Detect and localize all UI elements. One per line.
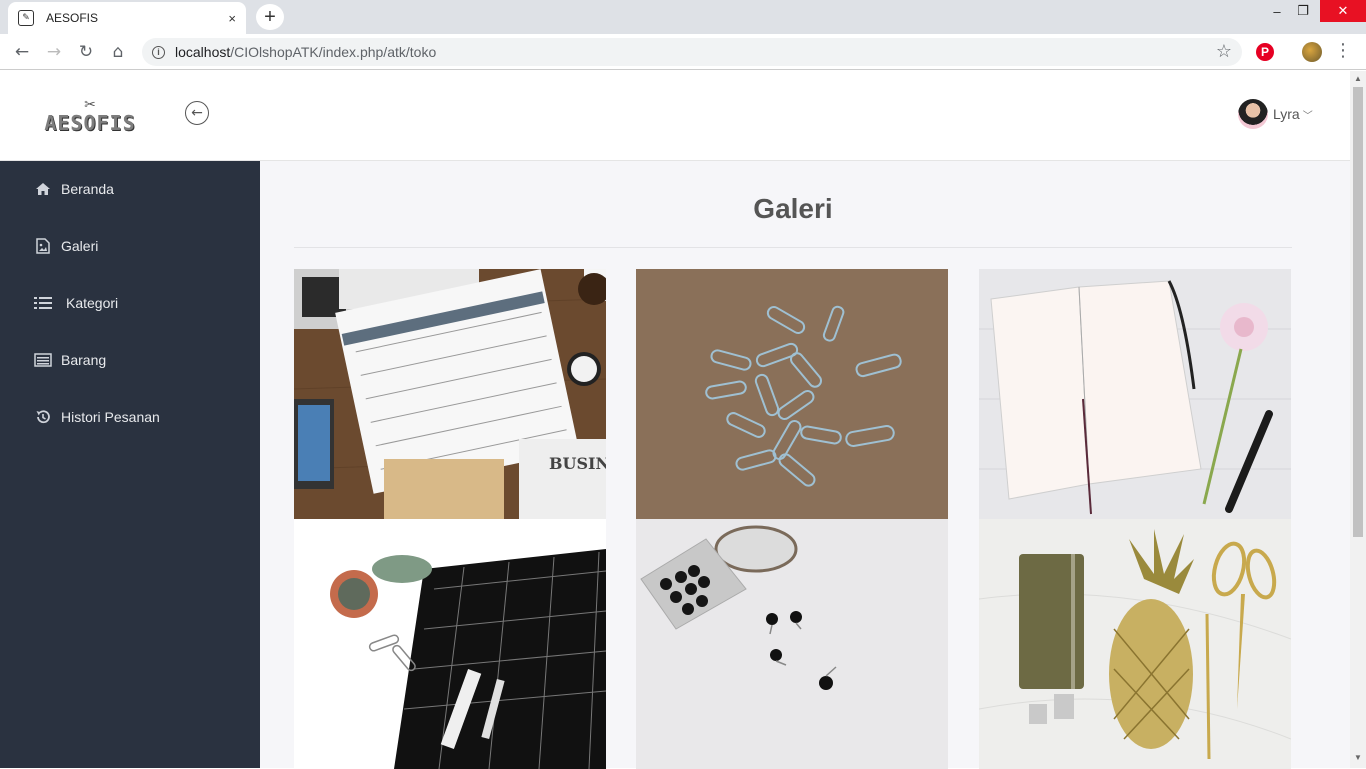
scroll-down-arrow-icon[interactable]: ▼ — [1353, 753, 1363, 762]
home-icon[interactable]: ⌂ — [106, 40, 130, 64]
gallery-image-calendar-desk-photo[interactable]: BUSIN — [294, 269, 606, 519]
browser-tabbar: ✎ AESOFIS × + – ❐ ✕ — [0, 0, 1366, 34]
sidebar-item-label: Histori Pesanan — [61, 409, 160, 425]
sidebar-item-label: Barang — [61, 352, 107, 368]
forward-arrow-icon[interactable]: → — [42, 40, 66, 64]
url-host: localhost — [175, 44, 231, 60]
profile-avatar-icon[interactable] — [1302, 42, 1322, 62]
chevron-down-icon: ﹀ — [1302, 110, 1313, 122]
gallery-image-gold-stationery-photo[interactable] — [979, 519, 1291, 769]
sidebar-item-kategori[interactable]: Kategori — [34, 295, 118, 311]
logo-text: AESOFIS — [44, 111, 136, 135]
divider — [294, 247, 1292, 248]
site-favicon-icon: ✎ — [18, 10, 34, 26]
sidebar-item-galeri[interactable]: Galeri — [34, 238, 98, 254]
sidebar-item-label: Kategori — [66, 295, 119, 311]
tab-title: AESOFIS — [46, 11, 99, 25]
scroll-thumb[interactable] — [1353, 87, 1363, 537]
browser-menu-icon[interactable]: ⋮ — [1334, 40, 1352, 61]
user-name: Lyra — [1273, 106, 1300, 122]
sidebar: Beranda Galeri Kategori Barang Histori P… — [0, 161, 260, 768]
gallery-image-paper-clips-photo[interactable] — [636, 269, 948, 519]
gallery-image-open-notebook-photo[interactable] — [979, 269, 1291, 519]
home-icon — [34, 181, 52, 197]
page-header: ✂ AESOFIS ← Lyra ﹀ — [0, 71, 1350, 161]
window-close-button[interactable]: ✕ — [1320, 0, 1366, 22]
url-path: /CIOlshopATK/index.php/atk/toko — [230, 44, 437, 60]
aesofis-logo[interactable]: ✂ AESOFIS — [40, 97, 140, 135]
web-page: ✂ AESOFIS ← Lyra ﹀ Beranda Galeri Katego… — [0, 71, 1350, 769]
list-icon — [34, 295, 52, 311]
address-bar[interactable]: i localhost/CIOlshopATK/index.php/atk/to… — [142, 38, 1242, 66]
gallery-image-black-calendar-planner-photo[interactable] — [294, 519, 606, 769]
pinterest-extension-icon[interactable]: P — [1256, 43, 1274, 61]
reload-icon[interactable]: ↻ — [74, 40, 98, 64]
history-icon — [34, 409, 52, 425]
sidebar-item-histori-pesanan[interactable]: Histori Pesanan — [34, 409, 160, 425]
new-tab-button[interactable]: + — [256, 4, 284, 30]
browser-toolbar: ← → ↻ ⌂ i localhost/CIOlshopATK/index.ph… — [0, 34, 1366, 70]
avatar — [1238, 99, 1268, 129]
sidebar-item-label: Beranda — [61, 181, 114, 197]
browser-tab[interactable]: ✎ AESOFIS × — [8, 2, 246, 34]
bookmark-star-icon[interactable]: ☆ — [1216, 41, 1232, 62]
scroll-up-arrow-icon[interactable]: ▲ — [1353, 74, 1363, 83]
sidebar-toggle-back-icon[interactable]: ← — [185, 101, 209, 125]
gallery-image-push-pins-photo[interactable] — [636, 519, 948, 769]
box-list-icon — [34, 352, 52, 368]
svg-text:BUSIN: BUSIN — [549, 454, 606, 473]
sidebar-item-barang[interactable]: Barang — [34, 352, 106, 368]
tab-close-icon[interactable]: × — [228, 11, 236, 26]
back-arrow-icon[interactable]: ← — [10, 40, 34, 64]
sidebar-item-label: Galeri — [61, 238, 99, 254]
user-menu[interactable]: Lyra ﹀ — [1238, 99, 1313, 129]
page-title: Galeri — [753, 193, 833, 224]
scissors-icon: ✂ — [84, 97, 96, 113]
main-content: Galeri BUSIN — [260, 161, 1350, 769]
image-file-icon — [34, 238, 52, 254]
info-icon[interactable]: i — [152, 45, 165, 59]
sidebar-item-beranda[interactable]: Beranda — [34, 181, 114, 197]
page-scrollbar[interactable]: ▲ ▼ — [1350, 71, 1366, 768]
